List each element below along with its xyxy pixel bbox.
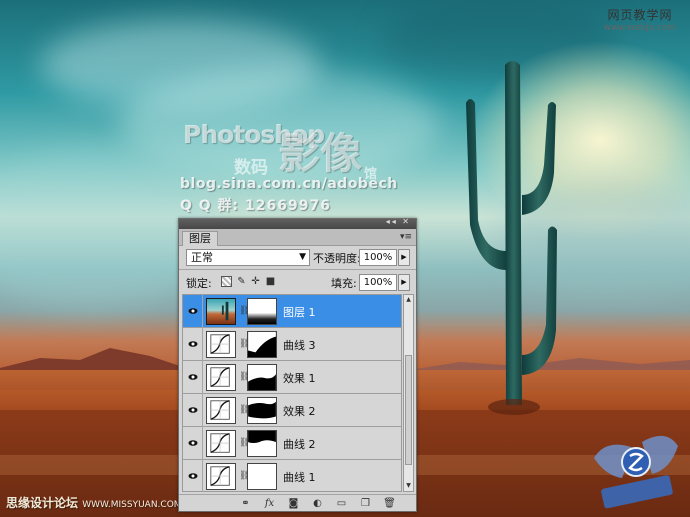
fill-slider-arrow-icon[interactable]: ▶ [398, 274, 410, 291]
layer-mask-thumbnail[interactable] [247, 463, 277, 490]
divider [202, 427, 203, 460]
cactus [466, 61, 557, 415]
layer-name[interactable]: 效果 2 [283, 403, 316, 419]
mask-shape-icon [248, 401, 276, 419]
eye-icon[interactable] [188, 372, 198, 382]
folder-icon[interactable]: ▭ [335, 497, 348, 510]
opacity-slider-arrow-icon[interactable]: ▶ [398, 249, 410, 266]
divider [202, 328, 203, 361]
layer-list: ⛓ 图层 1 ⛓ 曲线 3 ⛓ 效果 1 ⛓ 效果 2 ⛓ 曲线 2 ⛓ 曲线 … [182, 294, 402, 492]
forum-name: 思缘设计论坛 [6, 496, 79, 510]
layers-panel: ◂◂ ✕ 图层 ▾≡ 正常 ▼ 不透明度: 100% ▶ 锁定: ✎ ✛ ■ 填… [178, 217, 417, 512]
layer-mask-thumbnail[interactable] [247, 397, 277, 424]
panel-titlebar[interactable]: ◂◂ ✕ [179, 217, 416, 229]
curves-adjustment-icon[interactable] [206, 463, 236, 490]
watermark-qq: Q Q 群: 12669976 [180, 198, 331, 214]
panel-tab-row: 图层 ▾≡ [179, 229, 416, 246]
eye-icon[interactable] [188, 339, 198, 349]
scroll-up-icon[interactable]: ▲ [404, 295, 413, 305]
curves-adjustment-icon[interactable] [206, 397, 236, 424]
lock-transparent-icon[interactable] [221, 276, 232, 287]
layer-row[interactable]: ⛓ 曲线 2 [183, 427, 401, 460]
lock-fill-row: 锁定: ✎ ✛ ■ 填充: 100% ▶ [183, 273, 412, 291]
adjustment-layer-icon[interactable]: ◐ [311, 497, 324, 510]
tab-layers[interactable]: 图层 [182, 231, 218, 246]
new-layer-icon[interactable]: ❐ [359, 497, 372, 510]
badge-logo-icon [594, 435, 678, 509]
layer-row[interactable]: ⛓ 效果 1 [183, 361, 401, 394]
layer-row[interactable]: ⛓ 效果 2 [183, 394, 401, 427]
blend-mode-select[interactable]: 正常 ▼ [186, 249, 310, 266]
layer-mask-thumbnail[interactable] [247, 331, 277, 358]
link-layers-icon[interactable]: ⚭ [239, 497, 252, 510]
site-logo-name: 网页教学网 [607, 8, 673, 22]
layer-list-scrollbar[interactable]: ▲ ▼ [403, 294, 414, 492]
cactus-thumb-icon [221, 301, 229, 321]
lock-label: 锁定: [186, 277, 212, 290]
divider [202, 394, 203, 427]
add-mask-icon[interactable]: ◙ [287, 497, 300, 510]
layer-name[interactable]: 图层 1 [283, 304, 316, 320]
curves-adjustment-icon[interactable] [206, 364, 236, 391]
eye-icon[interactable] [188, 405, 198, 415]
lock-icon[interactable]: ■ [265, 276, 276, 287]
mask-shape-icon [248, 374, 276, 390]
layer-name[interactable]: 曲线 3 [283, 337, 316, 353]
layer-thumbnail[interactable] [206, 298, 236, 325]
trash-icon[interactable]: 🗑 [383, 497, 396, 510]
divider [202, 361, 203, 394]
opacity-input[interactable]: 100% [359, 249, 397, 266]
layer-name[interactable]: 曲线 1 [283, 469, 316, 485]
collapse-icon[interactable]: ◂◂ ✕ [386, 217, 411, 226]
blend-opacity-row: 正常 ▼ 不透明度: 100% ▶ [183, 248, 412, 266]
panel-menu-icon[interactable]: ▾≡ [400, 232, 412, 242]
divider [179, 269, 416, 270]
brush-icon[interactable]: ✎ [236, 276, 247, 287]
fx-icon[interactable]: fx [263, 497, 276, 510]
fill-label: 填充: [331, 277, 357, 290]
layer-mask-thumbnail[interactable] [247, 364, 277, 391]
eye-icon[interactable] [188, 306, 198, 316]
site-logo-url: www.webjx.com [603, 23, 677, 33]
layer-row[interactable]: ⛓ 曲线 1 [183, 460, 401, 491]
opacity-label: 不透明度: [313, 252, 361, 265]
curves-adjustment-icon[interactable] [206, 331, 236, 358]
scrollbar-thumb[interactable] [405, 355, 412, 465]
layer-name[interactable]: 效果 1 [283, 370, 316, 386]
watermark-url: blog.sina.com.cn/adobech [180, 176, 398, 192]
layer-row[interactable]: ⛓ 曲线 3 [183, 328, 401, 361]
site-logo: 网页教学网 www.webjx.com [598, 6, 682, 33]
forum-url: WWW.MISSYUAN.COM [82, 500, 182, 510]
fill-input[interactable]: 100% [359, 274, 397, 291]
eye-icon[interactable] [188, 471, 198, 481]
forum-watermark: 思缘设计论坛 WWW.MISSYUAN.COM [6, 494, 182, 511]
divider [202, 460, 203, 491]
move-icon[interactable]: ✛ [250, 276, 261, 287]
chevron-down-icon: ▼ [299, 252, 306, 262]
layer-row[interactable]: ⛓ 图层 1 [183, 295, 401, 328]
layer-mask-thumbnail[interactable] [247, 430, 277, 457]
watermark-shuma: 数码 [234, 158, 268, 178]
watermark-yingxiang: 影像 [278, 129, 363, 178]
layer-name[interactable]: 曲线 2 [283, 436, 316, 452]
eye-icon[interactable] [188, 438, 198, 448]
mask-shape-icon [248, 332, 276, 353]
layer-mask-thumbnail[interactable] [247, 298, 277, 325]
curves-adjustment-icon[interactable] [206, 430, 236, 457]
mask-shape-icon [248, 431, 276, 444]
blend-mode-value: 正常 [191, 251, 213, 264]
panel-bottom-toolbar: ⚭ fx ◙ ◐ ▭ ❐ 🗑 [179, 494, 416, 511]
divider [202, 295, 203, 328]
scroll-down-icon[interactable]: ▼ [404, 481, 413, 491]
